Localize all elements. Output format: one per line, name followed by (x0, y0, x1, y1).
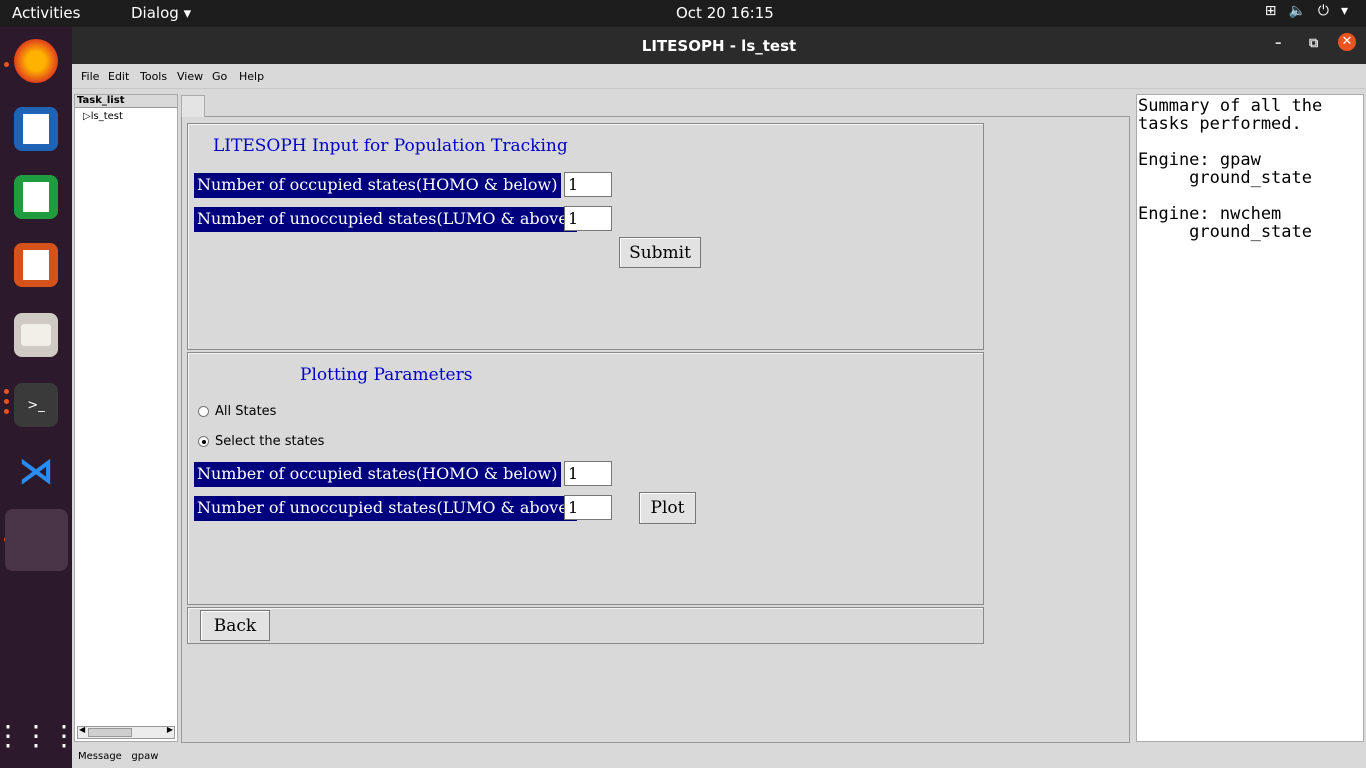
running-indicator (4, 389, 9, 394)
terminal-icon[interactable]: >_ (14, 383, 58, 427)
chevron-down-icon: ▾ (183, 4, 192, 22)
task-list-header: Task_list (75, 95, 177, 108)
radio-select-label: Select the states (215, 434, 325, 449)
back-button[interactable]: Back (200, 610, 270, 641)
minimize-icon[interactable]: – (1275, 36, 1282, 51)
plot-button[interactable]: Plot (639, 492, 696, 524)
writer-icon[interactable] (14, 107, 58, 151)
running-indicator (4, 409, 9, 414)
plotting-heading: Plotting Parameters (300, 365, 473, 385)
menu-edit[interactable]: Edit (108, 70, 129, 83)
tracking-occupied-input[interactable]: 1 (564, 172, 612, 197)
top-bar: Activities Dialog ▾ Oct 20 16:15 ⊞ 🔈 ⏻ ▾ (0, 0, 1366, 27)
radio-all-states[interactable]: All States (198, 404, 276, 419)
plot-unoccupied-input[interactable]: 1 (564, 495, 612, 520)
scroll-right-icon[interactable]: ▶ (167, 725, 173, 734)
notebook-tab[interactable] (181, 95, 205, 117)
tracking-occupied-label: Number of occupied states(HOMO & below) (194, 173, 561, 198)
radio-select-circle[interactable] (198, 436, 209, 447)
running-indicator (4, 62, 9, 67)
plot-unoccupied-label: Number of unoccupied states(LUMO & above… (194, 496, 578, 521)
activities-button[interactable]: Activities (12, 4, 80, 22)
task-item[interactable]: ▷ls_test (83, 111, 123, 122)
files-icon[interactable] (14, 313, 58, 357)
radio-all-circle[interactable] (198, 406, 209, 417)
app-menu-label: Dialog (131, 4, 179, 22)
clock[interactable]: Oct 20 16:15 (676, 4, 774, 22)
status-value: gpaw (131, 751, 159, 762)
close-icon[interactable]: ✕ (1338, 33, 1356, 51)
vscode-icon[interactable]: ⋊ (14, 449, 58, 493)
task-item-label: ls_test (90, 111, 123, 122)
status-label: Message (78, 751, 122, 762)
impress-icon[interactable] (14, 243, 58, 287)
chevron-down-icon: ▾ (1340, 3, 1348, 19)
back-frame (187, 607, 984, 644)
submit-button[interactable]: Submit (619, 237, 701, 268)
calc-icon[interactable] (14, 175, 58, 219)
menu-file[interactable]: File (81, 70, 99, 83)
radio-select-states[interactable]: Select the states (198, 434, 324, 449)
expand-icon[interactable]: ▷ (83, 111, 91, 122)
power-icon: ⏻ (1317, 3, 1329, 19)
window-title: LITESOPH - ls_test (641, 37, 797, 55)
tracking-heading: LITESOPH Input for Population Tracking (213, 136, 568, 156)
summary-panel: Summary of all the tasks performed. Engi… (1136, 94, 1364, 742)
network-icon: ⊞ (1264, 3, 1277, 19)
scrollbar-thumb[interactable] (88, 728, 132, 737)
status-bar: Message gpaw (78, 751, 158, 762)
radio-all-label: All States (215, 404, 277, 419)
active-window-icon[interactable] (5, 509, 68, 571)
tracking-frame (187, 123, 984, 350)
running-indicator (4, 399, 9, 404)
menu-go[interactable]: Go (212, 70, 227, 83)
scroll-left-icon[interactable]: ◀ (79, 725, 85, 734)
maximize-icon[interactable]: ⧉ (1309, 36, 1318, 51)
tracking-unoccupied-label: Number of unoccupied states(LUMO & above… (194, 207, 578, 232)
menu-bar: File Edit Tools View Go Help (72, 64, 1366, 89)
tracking-unoccupied-input[interactable]: 1 (564, 206, 612, 231)
menu-tools[interactable]: Tools (140, 70, 167, 83)
window-titlebar: LITESOPH - ls_test – ⧉ ✕ (72, 27, 1366, 64)
dock: >_ ⋊ ⋮⋮⋮ (0, 27, 78, 768)
plot-occupied-input[interactable]: 1 (564, 461, 612, 486)
plot-occupied-label: Number of occupied states(HOMO & below) (194, 462, 561, 487)
horizontal-scrollbar[interactable]: ◀ ▶ (77, 725, 175, 739)
menu-view[interactable]: View (177, 70, 203, 83)
system-tray[interactable]: ⊞ 🔈 ⏻ ▾ (1265, 3, 1348, 19)
volume-icon: 🔈 (1288, 3, 1306, 19)
show-apps-icon[interactable]: ⋮⋮⋮ (0, 713, 78, 757)
task-list: Task_list ▷ls_test ◀ ▶ (74, 94, 178, 742)
app-menu[interactable]: Dialog ▾ (131, 4, 191, 22)
firefox-icon[interactable] (14, 39, 58, 83)
menu-help[interactable]: Help (239, 70, 264, 83)
